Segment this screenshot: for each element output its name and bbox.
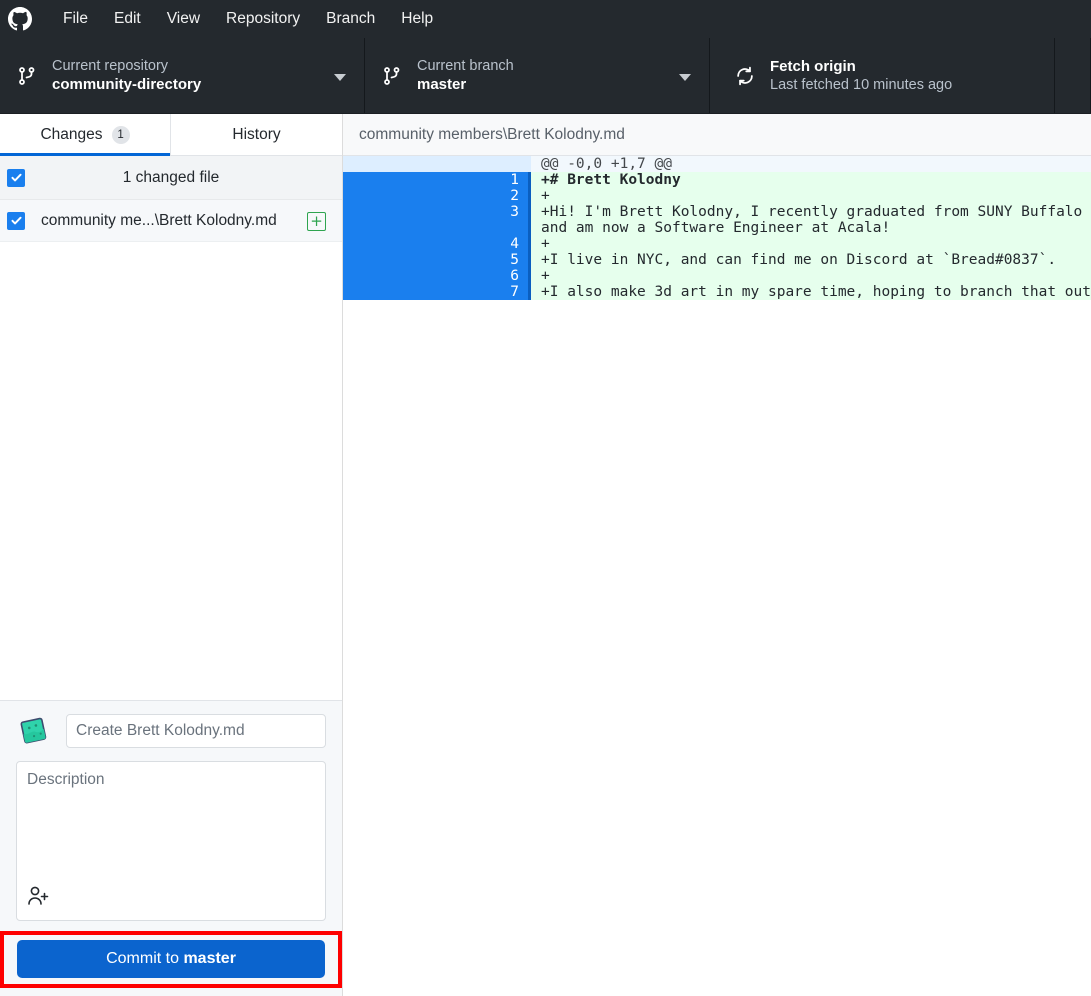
gutter-new-line: 4 xyxy=(438,236,532,252)
current-branch-label: Current branch xyxy=(417,57,514,74)
diff-code-text: + xyxy=(531,236,1091,252)
commit-to-branch-button[interactable]: Commit to master xyxy=(17,940,326,978)
diff-panel: community members\Brett Kolodny.md @@ -0… xyxy=(343,114,1091,996)
gutter-new-line: 5 xyxy=(438,252,532,268)
gutter-old-line xyxy=(343,188,439,204)
menu-item-edit[interactable]: Edit xyxy=(101,7,154,31)
diff-hunk-header: @@ -0,0 +1,7 @@ xyxy=(531,156,1091,172)
main-body: Changes 1 History 1 changed file communi… xyxy=(0,114,1091,996)
tab-history-label: History xyxy=(232,125,281,143)
gutter-new-line: 1 xyxy=(438,172,532,188)
diff-line-added[interactable]: 3 +Hi! I'm Brett Kolodny, I recently gra… xyxy=(343,204,1091,236)
current-repository-value: community-directory xyxy=(52,76,202,94)
menu-item-help[interactable]: Help xyxy=(388,7,446,31)
gutter-old-line xyxy=(343,236,439,252)
diff-line-added[interactable]: 7 +I also make 3d art in my spare time, … xyxy=(343,284,1091,300)
file-list-empty-space xyxy=(0,242,343,700)
tab-changes[interactable]: Changes 1 xyxy=(0,114,172,156)
gutter-new-line: 7 xyxy=(438,284,532,300)
commit-button-highlight: Commit to master xyxy=(0,931,343,988)
diff-line-added[interactable]: 5 +I live in NYC, and can find me on Dis… xyxy=(343,252,1091,268)
gutter-old-line xyxy=(343,252,439,268)
diff-code-text: + xyxy=(531,268,1091,284)
github-logo-icon xyxy=(8,7,32,31)
branch-icon xyxy=(379,66,405,86)
diff-code-text: +Hi! I'm Brett Kolodny, I recently gradu… xyxy=(531,204,1091,236)
toolbar: Current repository community-directory C… xyxy=(0,38,1091,114)
avatar xyxy=(16,713,52,749)
diff-code-text: + xyxy=(531,188,1091,204)
gutter-new-line xyxy=(438,156,532,172)
menu-item-repository[interactable]: Repository xyxy=(213,7,313,31)
diff-line-added[interactable]: 4 + xyxy=(343,236,1091,252)
fetch-origin-button[interactable]: Fetch origin Last fetched 10 minutes ago xyxy=(710,38,1055,113)
file-checkbox[interactable] xyxy=(7,211,25,230)
diff-line-added[interactable]: 6 + xyxy=(343,268,1091,284)
gutter-old-line xyxy=(343,156,439,172)
diff-line-hunk: @@ -0,0 +1,7 @@ xyxy=(343,156,1091,172)
commit-description-box[interactable] xyxy=(16,761,327,921)
file-path-label: community me...\Brett Kolodny.md xyxy=(41,211,277,229)
commit-form: Commit to master xyxy=(0,700,343,996)
menu-bar: File Edit View Repository Branch Help xyxy=(0,0,1091,38)
gutter-old-line xyxy=(343,284,439,300)
commit-description-input[interactable] xyxy=(27,771,316,887)
commit-summary-row xyxy=(16,713,327,749)
menu-item-branch[interactable]: Branch xyxy=(313,7,388,31)
fetch-origin-title: Fetch origin xyxy=(770,57,856,75)
changed-files-count-label: 1 changed file xyxy=(122,168,220,186)
diff-line-added[interactable]: 1 +# Brett Kolodny xyxy=(343,172,1091,188)
new-file-icon: + xyxy=(307,211,327,231)
chevron-down-icon xyxy=(334,73,346,81)
menu-item-file[interactable]: File xyxy=(50,7,101,31)
diff-body[interactable]: @@ -0,0 +1,7 @@ 1 +# Brett Kolodny 2 + 3… xyxy=(343,156,1091,300)
current-repository-label: Current repository xyxy=(52,57,169,74)
tab-history[interactable]: History xyxy=(171,114,342,155)
gutter-new-line: 3 xyxy=(438,204,532,236)
gutter-old-line xyxy=(343,204,439,236)
gutter-old-line xyxy=(343,172,439,188)
commit-button-prefix: Commit to xyxy=(106,950,184,967)
diff-code-text: +I live in NYC, and can find me on Disco… xyxy=(531,252,1091,268)
current-branch-value: master xyxy=(417,76,467,94)
diff-code-text: +# Brett Kolodny xyxy=(531,172,1091,188)
commit-summary-input[interactable] xyxy=(66,714,327,748)
list-item[interactable]: community me...\Brett Kolodny.md + xyxy=(0,200,343,242)
current-repository-button[interactable]: Current repository community-directory xyxy=(0,38,365,113)
gutter-new-line: 2 xyxy=(438,188,532,204)
commit-button-branch: master xyxy=(183,950,236,967)
gutter-old-line xyxy=(343,268,439,284)
diff-file-path: community members\Brett Kolodny.md xyxy=(343,114,1091,156)
diff-code-text: +I also make 3d art in my spare time, ho… xyxy=(531,284,1091,300)
chevron-down-icon xyxy=(679,73,691,81)
sidebar-tabs: Changes 1 History xyxy=(0,114,343,156)
changed-files-header: 1 changed file xyxy=(0,156,343,200)
add-coauthor-icon[interactable] xyxy=(27,885,51,912)
sync-icon xyxy=(732,65,758,87)
select-all-checkbox[interactable] xyxy=(7,168,25,187)
menu-item-view[interactable]: View xyxy=(154,7,213,31)
diff-line-added[interactable]: 2 + xyxy=(343,188,1091,204)
changes-sidebar: Changes 1 History 1 changed file communi… xyxy=(0,114,344,996)
tab-changes-label: Changes xyxy=(40,125,103,143)
gutter-new-line: 6 xyxy=(438,268,532,284)
toolbar-spacer xyxy=(1055,38,1091,113)
repo-branch-icon xyxy=(14,66,40,86)
tab-changes-count: 1 xyxy=(111,125,130,144)
current-branch-button[interactable]: Current branch master xyxy=(365,38,710,113)
fetch-origin-subtitle: Last fetched 10 minutes ago xyxy=(770,76,953,93)
